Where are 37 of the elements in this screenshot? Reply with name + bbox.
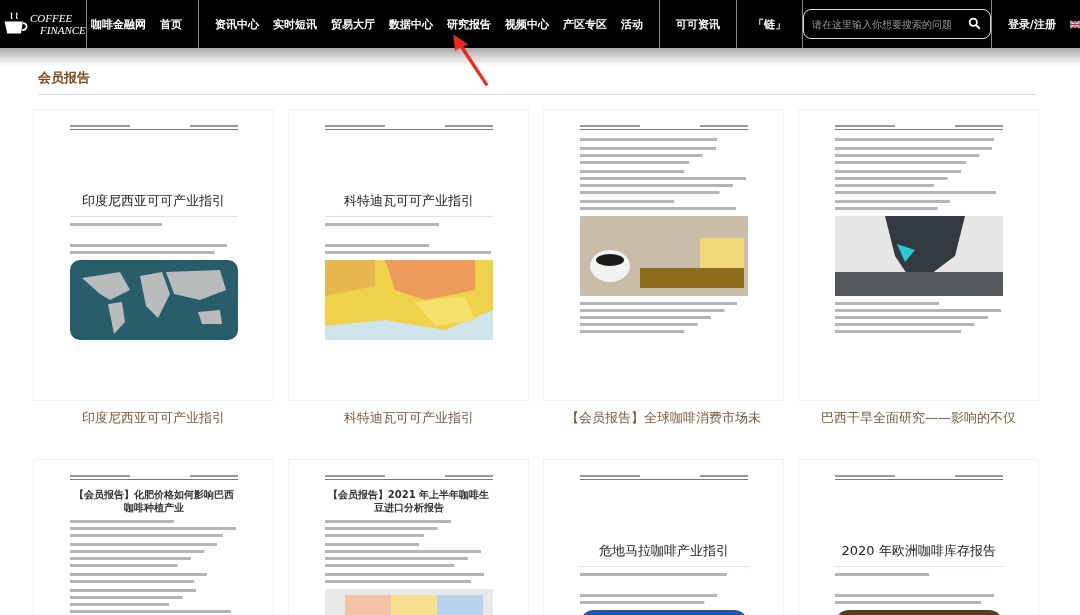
nav-link[interactable]: 数据中心 [388, 16, 433, 32]
document-title: 【会员报告】化肥价格如何影响巴西咖啡种植产业 [72, 488, 235, 514]
nav-link[interactable]: 咖啡金融网 [90, 16, 146, 32]
nav-link[interactable]: 实时短讯 [272, 16, 317, 32]
document-title: 危地马拉咖啡产业指引 [597, 542, 730, 560]
document-title: 【会员报告】2021 年上半年咖啡生豆进口分析报告 [326, 488, 491, 514]
document-thumbnail[interactable]: 印度尼西亚可可产业指引 [33, 109, 274, 401]
nav-link[interactable]: 贸易大厅 [330, 16, 375, 32]
logo-text: COFFEE [30, 12, 74, 24]
section-heading: 会员报告 [38, 66, 1036, 95]
document-thumbnail[interactable]: 【会员报告】化肥价格如何影响巴西咖啡种植产业 [33, 459, 274, 615]
report-title-link[interactable]: 【会员报告】全球咖啡消费市场未 [566, 409, 761, 427]
report-title-link[interactable]: 科特迪瓦可可产业指引 [343, 409, 474, 427]
nav-link[interactable]: 资讯中心 [214, 16, 259, 32]
login-link[interactable]: 登录/注册 [1007, 16, 1056, 32]
document-title: 科特迪瓦可可产业指引 [342, 192, 475, 210]
nav-link[interactable]: 产区专区 [562, 16, 607, 32]
report-title-link[interactable]: 巴西干旱全面研究——影响的不仅 [821, 409, 1016, 427]
nav-link[interactable]: 视频中心 [504, 16, 549, 32]
document-thumbnail[interactable]: 危地马拉咖啡产业指引 [543, 459, 784, 615]
document-title: 2020 年欧洲咖啡库存报告 [840, 542, 997, 560]
document-thumbnail[interactable] [798, 109, 1039, 401]
document-thumbnail[interactable] [543, 109, 784, 401]
document-title: 印度尼西亚可可产业指引 [81, 192, 226, 210]
search-field[interactable]: 请在这里输入你想要搜索的问题 [802, 9, 991, 39]
report-title-link[interactable]: 印度尼西亚可可产业指引 [82, 409, 225, 427]
nav-link[interactable]: 可可资讯 [675, 16, 720, 32]
document-thumbnail[interactable]: 2020 年欧洲咖啡库存报告 [798, 459, 1039, 615]
nav-link[interactable]: 活动 [620, 16, 643, 32]
coffee-cup-icon [2, 11, 28, 37]
logo-text: FINANCE [39, 24, 86, 36]
nav-link[interactable]: 「链」 [752, 16, 786, 32]
search-icon[interactable] [967, 17, 981, 30]
nav-link[interactable]: 研究报告 [446, 16, 491, 32]
document-thumbnail[interactable]: 科特迪瓦可可产业指引 [288, 109, 529, 401]
nav-link[interactable]: 首页 [159, 16, 182, 32]
document-thumbnail[interactable]: 【会员报告】2021 年上半年咖啡生豆进口分析报告 [288, 459, 529, 615]
